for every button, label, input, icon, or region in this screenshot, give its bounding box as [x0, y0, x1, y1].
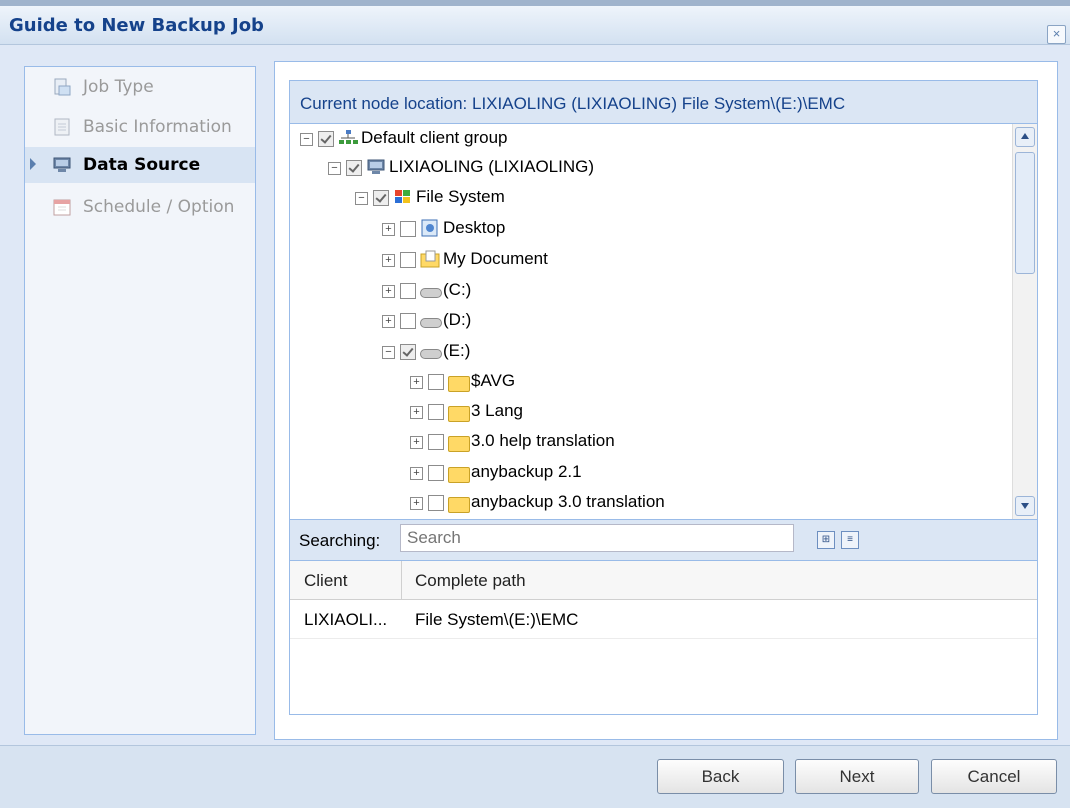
tree-checkbox[interactable] — [400, 221, 416, 237]
collapse-icon[interactable]: − — [355, 192, 368, 205]
scroll-up-icon[interactable] — [1015, 127, 1035, 147]
document-icon — [54, 118, 70, 136]
tree-node-label: File System — [416, 187, 505, 206]
network-group-icon — [339, 130, 358, 144]
expand-icon[interactable]: + — [410, 497, 423, 510]
tree-checkbox[interactable] — [400, 283, 416, 299]
tree-scrollbar[interactable] — [1012, 124, 1037, 519]
dialog-title: Guide to New Backup Job — [9, 15, 264, 36]
computer-icon — [367, 159, 385, 174]
collapse-icon[interactable]: − — [300, 133, 313, 146]
dialog-titlebar[interactable]: Guide to New Backup Job × — [0, 6, 1070, 45]
tree-node-label: anybackup 2.1 — [471, 462, 582, 481]
wizard-step-list: Job Type Basic Information Data Source S… — [24, 66, 256, 735]
expand-icon[interactable]: + — [382, 223, 395, 236]
search-toolbar: Searching: ⊞ ≡ — [290, 519, 1037, 561]
selection-grid-header: Client Complete path — [290, 561, 1037, 600]
data-source-panel: Current node location: LIXIAOLING (LIXIA… — [289, 80, 1038, 715]
folder-icon — [448, 497, 470, 513]
expand-icon[interactable]: + — [382, 254, 395, 267]
tree-checkbox[interactable] — [428, 374, 444, 390]
search-input[interactable] — [400, 524, 794, 552]
close-icon[interactable]: × — [1047, 25, 1066, 44]
windows-logo-icon — [395, 190, 410, 203]
tree-checkbox[interactable] — [428, 495, 444, 511]
drive-icon — [420, 349, 442, 359]
current-node-location-bar: Current node location: LIXIAOLING (LIXIA… — [290, 81, 1037, 124]
tree-node-label: (D:) — [443, 310, 472, 329]
search-label: Searching: — [299, 531, 381, 550]
tree-node-label: 3.0 help translation — [471, 431, 615, 450]
expand-icon[interactable]: + — [410, 467, 423, 480]
tree-checkbox[interactable] — [428, 434, 444, 450]
tree-node-label: $AVG — [471, 371, 516, 390]
column-header-complete-path[interactable]: Complete path — [415, 571, 526, 591]
tree-checkbox[interactable] — [400, 252, 416, 268]
collapse-icon[interactable]: − — [382, 346, 395, 359]
drive-icon — [420, 288, 442, 298]
scrollbar-thumb[interactable] — [1015, 152, 1035, 274]
tree-checkbox[interactable] — [346, 160, 362, 176]
tree-node-label: My Document — [443, 249, 548, 268]
sidebar-item-data-source[interactable]: Data Source — [25, 147, 255, 183]
tree-node-label: Default client group — [361, 128, 508, 147]
my-documents-icon — [420, 250, 440, 268]
sidebar-item-label: Data Source — [83, 155, 201, 175]
cancel-button[interactable]: Cancel — [931, 759, 1057, 794]
sidebar-item-schedule-option[interactable]: Schedule / Option — [25, 189, 255, 225]
tree-checkbox[interactable] — [428, 404, 444, 420]
table-row[interactable]: LIXIAOLI... File System\(E:)\EMC — [290, 600, 1037, 639]
folder-icon — [448, 376, 470, 392]
job-type-icon — [54, 78, 71, 96]
sidebar-item-label: Basic Information — [83, 117, 232, 137]
column-header-client[interactable]: Client — [304, 571, 347, 591]
tree-node-label: LIXIAOLING (LIXIAOLING) — [389, 157, 595, 176]
calendar-icon — [53, 199, 71, 216]
tree-checkbox[interactable] — [373, 190, 389, 206]
tree-checkbox[interactable] — [318, 131, 334, 147]
sidebar-item-label: Schedule / Option — [83, 197, 235, 217]
cell-complete-path: File System\(E:)\EMC — [415, 610, 579, 629]
tree-node-label: anybackup 3.0 translation — [471, 492, 665, 511]
collapse-icon[interactable]: − — [328, 162, 341, 175]
expand-icon[interactable]: + — [410, 376, 423, 389]
tree-node-label: (C:) — [443, 280, 472, 299]
dialog-footer: Back Next Cancel — [0, 745, 1070, 808]
expand-icon[interactable]: + — [410, 436, 423, 449]
next-button[interactable]: Next — [795, 759, 919, 794]
list-view-icon[interactable]: ≡ — [841, 531, 859, 549]
tree-checkbox[interactable] — [400, 313, 416, 329]
drive-icon — [420, 318, 442, 328]
computer-icon — [53, 157, 71, 172]
sidebar-item-job-type[interactable]: Job Type — [25, 69, 255, 105]
expand-icon[interactable]: + — [382, 285, 395, 298]
desktop-icon — [421, 219, 438, 237]
expand-icon[interactable]: + — [410, 406, 423, 419]
folder-icon — [448, 406, 470, 422]
current-node-location: Current node location: LIXIAOLING (LIXIA… — [300, 94, 846, 113]
folder-icon — [448, 467, 470, 483]
source-tree: − Default client group − LIXIAOLING (LIX… — [290, 124, 1012, 519]
tree-node-label: 3 Lang — [471, 401, 523, 420]
column-divider — [401, 561, 402, 599]
sidebar-item-basic-information[interactable]: Basic Information — [25, 109, 255, 145]
expand-all-icon[interactable]: ⊞ — [817, 531, 835, 549]
sidebar-item-label: Job Type — [83, 77, 154, 97]
tree-node-label: (E:) — [443, 341, 471, 360]
tree-checkbox[interactable] — [400, 344, 416, 360]
tree-node-label: Desktop — [443, 218, 506, 237]
back-button[interactable]: Back — [657, 759, 784, 794]
current-step-arrow-icon — [30, 158, 36, 170]
folder-icon — [448, 436, 470, 452]
scroll-down-icon[interactable] — [1015, 496, 1035, 516]
tree-checkbox[interactable] — [428, 465, 444, 481]
expand-icon[interactable]: + — [382, 315, 395, 328]
cell-client: LIXIAOLI... — [304, 610, 388, 629]
